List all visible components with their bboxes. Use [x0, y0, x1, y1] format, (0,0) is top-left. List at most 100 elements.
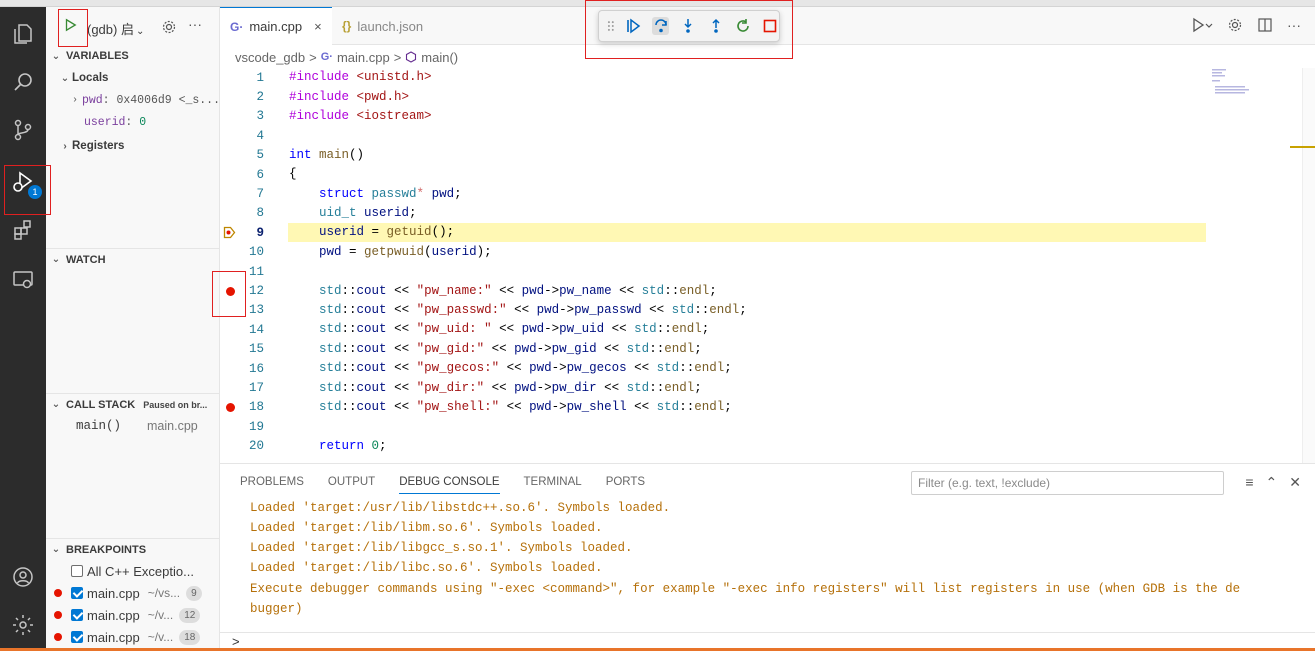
- code-line[interactable]: 18 std::cout << "pw_shell:" << pwd->pw_s…: [220, 398, 1302, 417]
- breakpoint-row[interactable]: main.cpp ~/v... 18: [46, 626, 219, 648]
- open-launch-json-gear-icon[interactable]: [161, 19, 177, 35]
- debug-console-output[interactable]: Loaded 'target:/usr/lib/libstdc++.so.6'.…: [220, 496, 1315, 632]
- exception-checkbox[interactable]: [71, 565, 83, 577]
- breakpoint-gutter[interactable]: [220, 379, 242, 398]
- code-line[interactable]: 19: [220, 417, 1302, 436]
- code-line[interactable]: 5 int main(): [220, 146, 1302, 165]
- breakpoint-gutter[interactable]: [220, 204, 242, 223]
- tab-terminal[interactable]: TERMINAL: [524, 476, 582, 494]
- code-editor[interactable]: 1 #include <unistd.h> 2 #include <pwd.h> 3 #i…: [220, 68, 1302, 463]
- code-line[interactable]: 11: [220, 262, 1302, 281]
- locals-scope[interactable]: ⌄ Locals: [46, 67, 219, 89]
- tab-problems[interactable]: PROBLEMS: [240, 476, 304, 494]
- breakpoint-gutter[interactable]: [220, 107, 242, 126]
- exception-breakpoint-row[interactable]: All C++ Exceptio...: [46, 560, 219, 582]
- code-line[interactable]: 14 std::cout << "pw_uid: " << pwd->pw_ui…: [220, 320, 1302, 339]
- gear-icon[interactable]: [1227, 17, 1243, 33]
- remote-explorer-icon[interactable]: [8, 265, 38, 295]
- breakpoint-row[interactable]: main.cpp ~/vs... 9: [46, 582, 219, 604]
- line-number: 3: [256, 109, 264, 124]
- code-line[interactable]: 9 userid = getuid();: [220, 223, 1302, 243]
- breakpoint-gutter[interactable]: [220, 223, 242, 242]
- breakpoint-gutter[interactable]: [220, 243, 242, 262]
- variable-row-userid[interactable]: userid: 0: [46, 111, 219, 133]
- code-line[interactable]: 8 uid_t userid;: [220, 204, 1302, 223]
- breakpoint-gutter[interactable]: [220, 165, 242, 184]
- stack-frame-row[interactable]: main() main.cpp: [46, 415, 219, 437]
- tab-main-cpp[interactable]: G· main.cpp ×: [220, 7, 332, 45]
- code-line[interactable]: 15 std::cout << "pw_gid:" << pwd->pw_gid…: [220, 340, 1302, 359]
- minimap[interactable]: [1210, 68, 1260, 98]
- source-control-icon[interactable]: [8, 115, 38, 145]
- launch-config-select[interactable]: (gdb) 启 ⌄: [87, 19, 144, 38]
- maximize-panel-icon[interactable]: ⌃: [1266, 474, 1278, 491]
- breakpoint-checkbox[interactable]: [71, 631, 83, 643]
- breadcrumb-folder[interactable]: vscode_gdb: [235, 50, 305, 65]
- editor-scrollbar[interactable]: [1302, 68, 1315, 463]
- breakpoint-row[interactable]: main.cpp ~/v... 12: [46, 604, 219, 626]
- code-line[interactable]: 17 std::cout << "pw_dir:" << pwd->pw_dir…: [220, 378, 1302, 397]
- line-number: 5: [256, 148, 264, 163]
- code-line[interactable]: 1 #include <unistd.h>: [220, 68, 1302, 87]
- code-line[interactable]: 3 #include <iostream>: [220, 107, 1302, 126]
- code-line[interactable]: 7 struct passwd* pwd;: [220, 184, 1302, 203]
- settings-gear-icon[interactable]: [8, 610, 38, 640]
- current-statement-arrow-icon: [223, 227, 236, 239]
- more-actions-button[interactable]: ···: [188, 16, 202, 32]
- line-number: 4: [256, 128, 264, 143]
- breakpoint-gutter[interactable]: [220, 437, 242, 456]
- breadcrumb-file[interactable]: main.cpp: [337, 50, 390, 65]
- more-actions-icon[interactable]: ···: [1287, 17, 1301, 33]
- breakpoint-gutter[interactable]: [220, 146, 242, 165]
- extensions-icon[interactable]: [8, 215, 38, 245]
- breakpoint-gutter[interactable]: [220, 185, 242, 204]
- breadcrumb-symbol[interactable]: main(): [421, 50, 458, 65]
- code-line[interactable]: 13 std::cout << "pw_passwd:" << pwd->pw_…: [220, 301, 1302, 320]
- console-filter-input[interactable]: Filter (e.g. text, !exclude): [911, 471, 1224, 495]
- breakpoint-gutter[interactable]: [220, 340, 242, 359]
- watch-section-header[interactable]: ⌄ WATCH: [46, 248, 219, 270]
- breakpoint-gutter[interactable]: [220, 398, 242, 417]
- clear-console-icon[interactable]: ≡: [1245, 474, 1253, 491]
- code-text: std::cout << "pw_passwd:" << pwd->pw_pas…: [319, 302, 747, 317]
- breakpoint-gutter[interactable]: [220, 320, 242, 339]
- debug-sidebar: (gdb) 启 ⌄ ··· ⌄ VARIABLES ⌄ Locals › pwd:…: [46, 7, 220, 651]
- code-line[interactable]: 6{: [220, 165, 1302, 184]
- variables-section-header[interactable]: ⌄ VARIABLES: [46, 45, 219, 67]
- tab-ports[interactable]: PORTS: [606, 476, 645, 494]
- line-number: 6: [256, 167, 264, 182]
- breakpoint-checkbox[interactable]: [71, 587, 83, 599]
- code-line[interactable]: 16 std::cout << "pw_gecos:" << pwd->pw_g…: [220, 359, 1302, 378]
- variable-colon: :: [102, 93, 117, 107]
- console-line: Loaded 'target:/lib/libc.so.6'. Symbols …: [250, 561, 603, 575]
- tab-debug-console[interactable]: DEBUG CONSOLE: [399, 476, 500, 494]
- tab-launch-json[interactable]: {} launch.json: [332, 7, 433, 45]
- tab-output[interactable]: OUTPUT: [328, 476, 375, 494]
- breakpoint-checkbox[interactable]: [71, 609, 83, 621]
- accounts-icon[interactable]: [8, 562, 38, 592]
- variable-row-pwd[interactable]: › pwd: 0x4006d9 <_s...: [46, 89, 219, 111]
- breakpoint-gutter[interactable]: [220, 88, 242, 107]
- code-line[interactable]: 12 std::cout << "pw_name:" << pwd->pw_na…: [220, 281, 1302, 300]
- close-icon[interactable]: ×: [314, 19, 322, 34]
- run-debug-dropdown-icon[interactable]: [1191, 17, 1213, 33]
- split-editor-icon[interactable]: [1257, 17, 1273, 33]
- breakpoint-gutter[interactable]: [220, 126, 242, 145]
- breakpoint-dot-icon[interactable]: [226, 402, 235, 412]
- chevron-right-icon: ›: [63, 140, 67, 152]
- search-icon[interactable]: [8, 67, 38, 97]
- breakpoint-gutter[interactable]: [220, 68, 242, 87]
- registers-scope[interactable]: › Registers: [46, 135, 219, 157]
- breakpoint-gutter[interactable]: [220, 417, 242, 436]
- code-line[interactable]: 20 return 0;: [220, 437, 1302, 456]
- close-panel-icon[interactable]: ✕: [1289, 474, 1301, 491]
- console-line: Loaded 'target:/lib/libm.so.6'. Symbols …: [250, 521, 603, 535]
- explorer-icon[interactable]: [8, 19, 38, 49]
- code-line[interactable]: 10 pwd = getpwuid(userid);: [220, 243, 1302, 262]
- code-line[interactable]: 4: [220, 126, 1302, 145]
- code-line[interactable]: 2 #include <pwd.h>: [220, 87, 1302, 106]
- breakpoints-section-header[interactable]: ⌄ BREAKPOINTS: [46, 538, 219, 560]
- breakpoint-gutter[interactable]: [220, 359, 242, 378]
- callstack-section-header[interactable]: ⌄ CALL STACK Paused on br...: [46, 393, 219, 415]
- annotation-box: [4, 165, 51, 215]
